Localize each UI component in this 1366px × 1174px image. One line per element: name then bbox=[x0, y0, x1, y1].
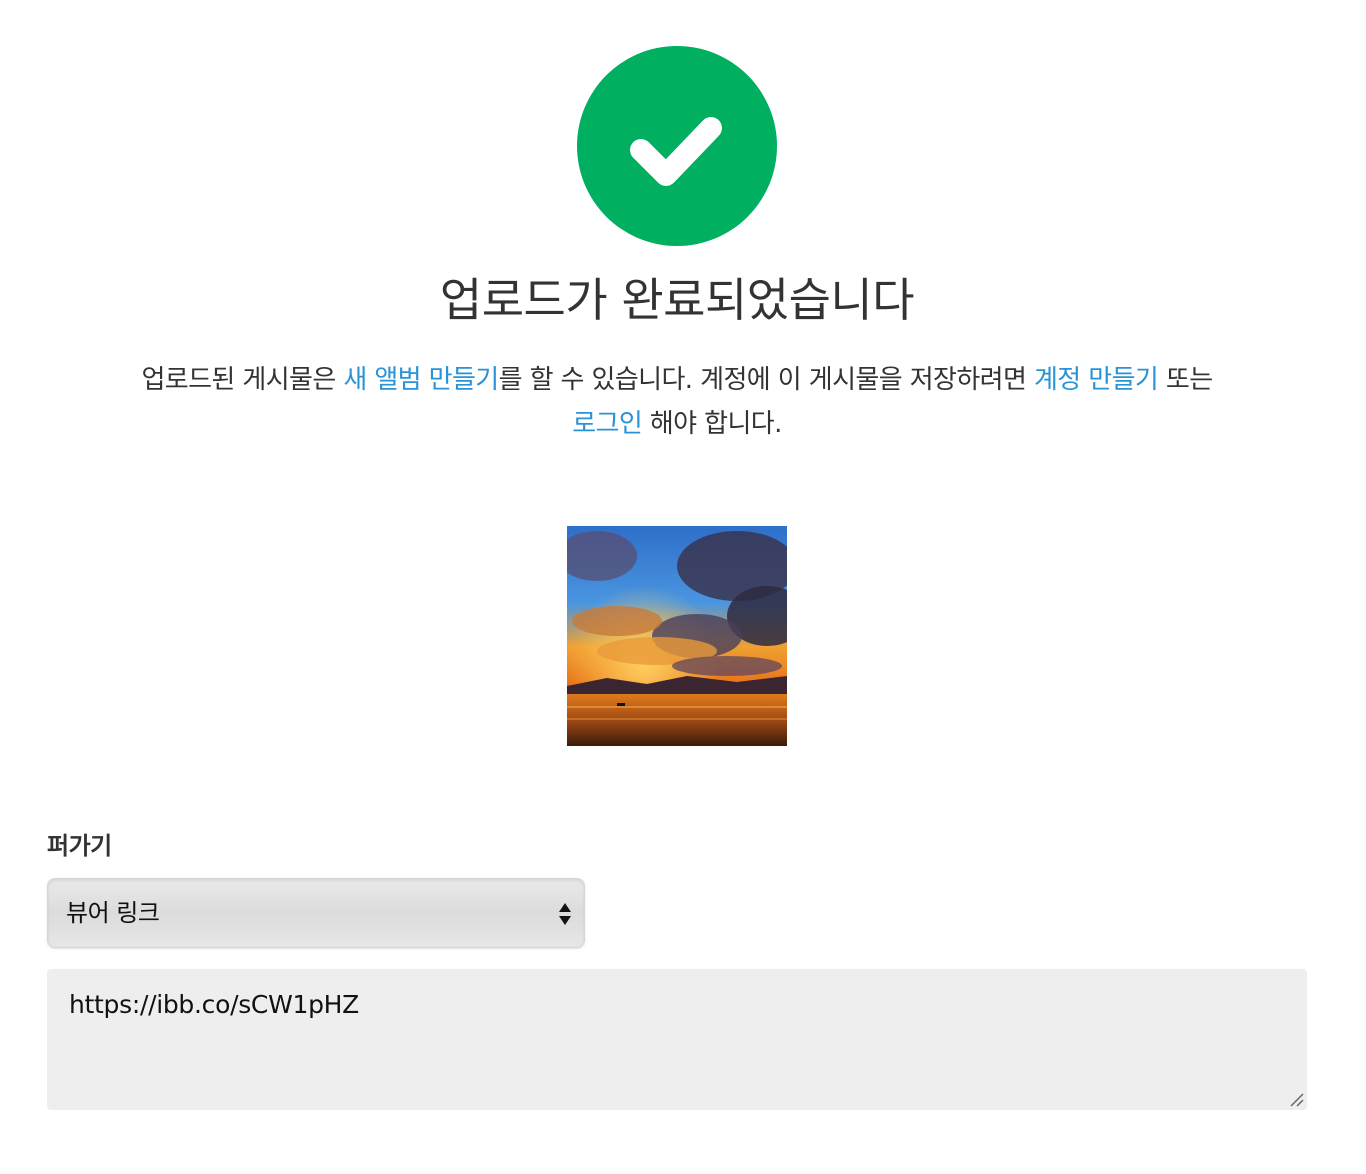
embed-type-select[interactable]: 뷰어 링크 bbox=[47, 878, 585, 948]
create-account-link[interactable]: 계정 만들기 bbox=[1034, 365, 1159, 395]
uploaded-image-thumbnail[interactable] bbox=[567, 526, 787, 746]
checkmark-icon bbox=[577, 46, 777, 246]
embed-label: 퍼가기 bbox=[47, 832, 112, 860]
page-title: 업로드가 완료되었습니다 bbox=[439, 273, 915, 327]
embed-code-textarea[interactable]: https://ibb.co/sCW1pHZ bbox=[47, 969, 1307, 1110]
message-text: 를 할 수 있습니다. 계정에 이 게시물을 저장하려면 bbox=[498, 365, 1034, 395]
upload-complete-page: 업로드가 완료되었습니다 업로드된 게시물은 새 앨범 만들기를 할 수 있습니… bbox=[0, 0, 1366, 1174]
login-link[interactable]: 로그인 bbox=[572, 409, 643, 439]
upload-message: 업로드된 게시물은 새 앨범 만들기를 할 수 있습니다. 계정에 이 게시물을… bbox=[40, 358, 1314, 446]
embed-type-selected: 뷰어 링크 bbox=[66, 899, 160, 927]
message-text: 해야 합니다. bbox=[642, 409, 783, 439]
updown-arrows-icon bbox=[558, 901, 572, 927]
message-text: 업로드된 게시물은 bbox=[141, 365, 344, 395]
resize-handle-icon[interactable] bbox=[1287, 1090, 1305, 1108]
message-text: 또는 bbox=[1158, 365, 1213, 395]
create-album-link[interactable]: 새 앨범 만들기 bbox=[343, 365, 499, 395]
